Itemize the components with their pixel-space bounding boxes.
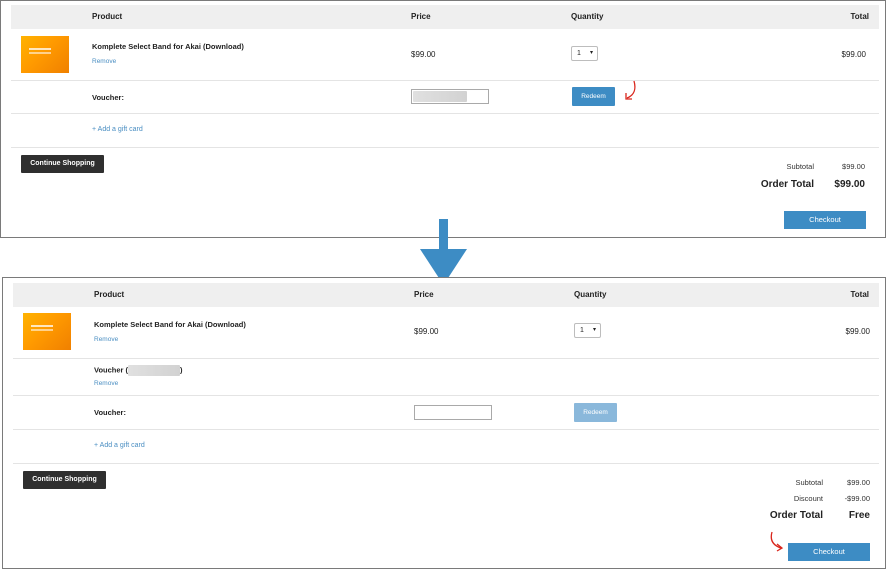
divider	[13, 429, 879, 430]
product-thumbnail[interactable]	[21, 36, 69, 73]
divider	[13, 358, 879, 359]
subtotal-value: $99.00	[847, 478, 870, 487]
quantity-select[interactable]: 1 ▾	[574, 323, 601, 338]
subtotal-value: $99.00	[842, 162, 865, 171]
remove-voucher-link[interactable]: Remove	[94, 380, 118, 387]
voucher-input[interactable]	[414, 405, 492, 420]
chevron-down-icon: ▾	[592, 327, 596, 333]
item-total: $99.00	[845, 327, 870, 336]
order-total-label: Order Total	[760, 179, 814, 190]
divider	[11, 80, 879, 81]
curved-red-arrow-icon	[625, 80, 636, 100]
continue-shopping-button[interactable]: Continue Shopping	[23, 471, 106, 489]
header-price: Price	[411, 12, 431, 21]
cart-table-header: Product Price Quantity Total	[13, 283, 879, 307]
header-quantity: Quantity	[571, 12, 604, 21]
remove-item-link[interactable]: Remove	[92, 58, 116, 65]
quantity-value: 1	[580, 327, 584, 334]
voucher-label: Voucher:	[94, 408, 126, 417]
voucher-label: Voucher:	[92, 93, 124, 102]
item-price: $99.00	[411, 50, 436, 59]
header-total: Total	[850, 12, 869, 21]
remove-item-link[interactable]: Remove	[94, 336, 118, 343]
add-gift-card-link[interactable]: + Add a gift card	[92, 126, 143, 133]
redeem-button[interactable]: Redeem	[572, 87, 615, 106]
subtotal-label: Subtotal	[786, 162, 814, 171]
checkout-button[interactable]: Checkout	[788, 543, 870, 561]
product-title[interactable]: Komplete Select Band for Akai (Download)	[92, 42, 244, 51]
subtotal-label: Subtotal	[795, 478, 823, 487]
item-total: $99.00	[841, 50, 866, 59]
checkout-button[interactable]: Checkout	[784, 211, 866, 229]
down-arrow-icon	[420, 219, 467, 285]
header-product: Product	[94, 290, 125, 299]
applied-voucher-suffix: )	[180, 365, 183, 375]
order-total-label: Order Total	[769, 510, 823, 521]
voucher-input[interactable]	[411, 89, 489, 104]
applied-voucher-prefix: Voucher (	[94, 365, 129, 375]
redacted-code	[413, 91, 467, 102]
header-product: Product	[92, 12, 123, 21]
applied-voucher-label: Voucher ()	[94, 365, 183, 376]
product-thumbnail[interactable]	[23, 313, 71, 350]
cart-after-panel: Product Price Quantity Total Komplete Se…	[2, 277, 886, 569]
discount-value: -$99.00	[844, 494, 870, 503]
quantity-select[interactable]: 1 ▾	[571, 46, 598, 61]
chevron-down-icon: ▾	[589, 50, 593, 56]
header-price: Price	[414, 290, 434, 299]
continue-shopping-button[interactable]: Continue Shopping	[21, 155, 104, 173]
redeem-button[interactable]: Redeem	[574, 403, 617, 422]
add-gift-card-link[interactable]: + Add a gift card	[94, 442, 145, 449]
order-total-value: Free	[848, 510, 870, 521]
divider	[11, 147, 879, 148]
curved-red-arrow-icon	[770, 531, 784, 552]
redacted-code	[128, 365, 181, 376]
header-total: Total	[850, 290, 869, 299]
item-price: $99.00	[414, 327, 439, 336]
cart-before-panel: Product Price Quantity Total Komplete Se…	[0, 0, 886, 238]
discount-label: Discount	[793, 494, 823, 503]
header-quantity: Quantity	[574, 290, 607, 299]
quantity-value: 1	[577, 50, 581, 57]
divider	[13, 463, 879, 464]
order-total-value: $99.00	[834, 179, 865, 190]
divider	[11, 113, 879, 114]
cart-table-header: Product Price Quantity Total	[11, 5, 879, 29]
divider	[13, 395, 879, 396]
product-title[interactable]: Komplete Select Band for Akai (Download)	[94, 320, 246, 329]
